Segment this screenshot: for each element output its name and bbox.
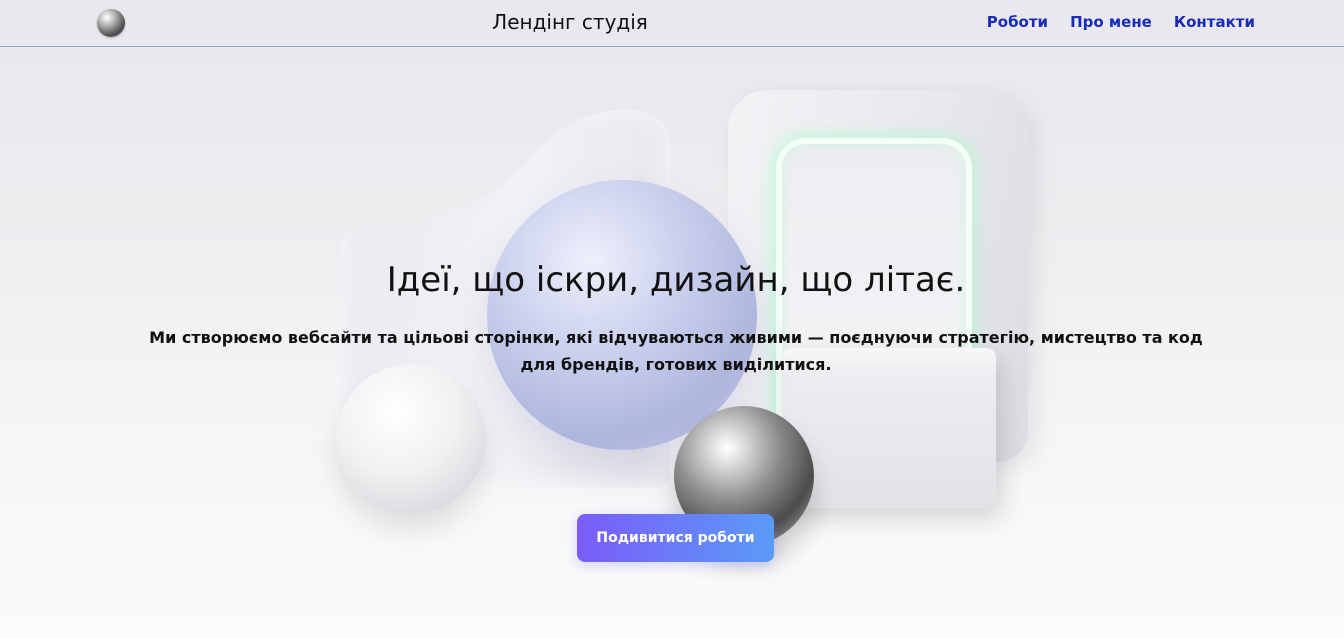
hero-title: Ідеї, що іскри, дизайн, що літає. (386, 260, 966, 300)
nav-link-about[interactable]: Про мене (1070, 13, 1152, 31)
site-title: Лендінг студія (492, 10, 648, 34)
hero-subtitle: Ми створюємо вебсайти та цільові сторінк… (149, 328, 1203, 374)
view-works-button[interactable]: Подивитися роботи (577, 514, 774, 562)
nav-link-contacts[interactable]: Контакти (1174, 13, 1255, 31)
glass-sphere (487, 180, 757, 450)
main-nav: Роботи Про мене Контакти (987, 13, 1255, 31)
nav-link-works[interactable]: Роботи (987, 13, 1048, 31)
site-header: Лендінг студія Роботи Про мене Контакти (0, 0, 1344, 47)
white-sphere (336, 364, 486, 514)
